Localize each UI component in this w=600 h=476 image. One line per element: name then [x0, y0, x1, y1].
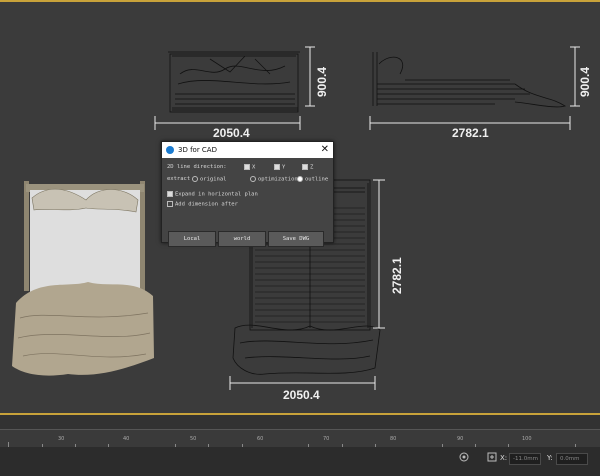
- bed-render: [12, 181, 154, 376]
- lock-selection-icon[interactable]: [458, 451, 470, 463]
- ruler-label: 60: [257, 436, 264, 442]
- front-height-dim: 900.4: [315, 66, 329, 97]
- ruler-label: 70: [323, 436, 330, 442]
- absolute-mode-icon[interactable]: [487, 452, 497, 462]
- outline-radio[interactable]: [297, 176, 303, 182]
- front-elevation-wireframe: [154, 46, 315, 130]
- extract-label: extract: [167, 176, 191, 182]
- add-dimension-checkbox[interactable]: [167, 201, 173, 207]
- local-button[interactable]: Local: [168, 231, 216, 247]
- add-dimension-label: Add dimension after: [175, 201, 238, 208]
- save-dwg-button[interactable]: Save DWG: [268, 231, 324, 247]
- side-elevation-wireframe: [369, 46, 580, 130]
- dir-z-option[interactable]: Z: [302, 164, 313, 171]
- x-coord-field[interactable]: -11.0mm: [509, 453, 541, 465]
- dialog-titlebar[interactable]: 3D for CAD ✕: [162, 142, 333, 158]
- app-logo-icon: [166, 146, 174, 154]
- plan-width-dim: 2050.4: [283, 388, 320, 402]
- expand-row[interactable]: Expand in horizontal plan: [167, 191, 258, 198]
- original-radio[interactable]: [192, 176, 198, 182]
- front-width-dim: 2050.4: [213, 126, 250, 140]
- optimization-label: optimization: [258, 176, 298, 183]
- dir-x-option[interactable]: X: [244, 164, 255, 171]
- expand-checkbox[interactable]: [167, 191, 173, 197]
- status-bar: X: -11.0mm Y: 0.0mm: [0, 447, 600, 476]
- plan-height-dim: 2782.1: [390, 257, 404, 294]
- ruler-label: 80: [390, 436, 397, 442]
- extract-row: extract: [167, 176, 190, 182]
- side-height-dim: 900.4: [578, 66, 592, 97]
- dir-y-checkbox[interactable]: [274, 164, 280, 170]
- ruler-label: 40: [123, 436, 130, 442]
- add-dimension-row[interactable]: Add dimension after: [167, 201, 238, 208]
- dir-y-label: Y: [282, 164, 286, 171]
- line-direction-row: 2D line direction:: [167, 164, 227, 170]
- dir-x-checkbox[interactable]: [244, 164, 250, 170]
- time-ruler[interactable]: 30 40 50 60 70 80 90 100: [0, 429, 600, 448]
- dir-z-checkbox[interactable]: [302, 164, 308, 170]
- optimization-radio[interactable]: [250, 176, 256, 182]
- ruler-label: 30: [58, 436, 65, 442]
- outline-label: outline: [305, 176, 329, 183]
- opt-outline[interactable]: outline: [297, 176, 328, 183]
- original-label: original: [200, 176, 227, 183]
- y-coord-label: Y:: [547, 454, 553, 462]
- expand-label: Expand in horizontal plan: [175, 191, 258, 198]
- 3d-for-cad-dialog: 3D for CAD ✕ 2D line direction: X Y Z ex…: [161, 141, 334, 247]
- world-button[interactable]: world: [218, 231, 266, 247]
- y-coord-field[interactable]: 0.0mm: [556, 453, 588, 465]
- ruler-label: 100: [522, 436, 532, 442]
- opt-optimization[interactable]: optimization: [250, 176, 298, 183]
- side-width-dim: 2782.1: [452, 126, 489, 140]
- dir-z-label: Z: [310, 164, 314, 171]
- close-icon[interactable]: ✕: [321, 144, 329, 156]
- opt-original[interactable]: original: [192, 176, 227, 183]
- ruler-label: 90: [457, 436, 464, 442]
- dialog-title: 3D for CAD: [178, 146, 217, 154]
- dir-y-option[interactable]: Y: [274, 164, 285, 171]
- ruler-label: 50: [190, 436, 197, 442]
- x-coord-label: X:: [500, 454, 508, 462]
- timeline-slider[interactable]: [0, 415, 600, 429]
- line-direction-label: 2D line direction:: [167, 164, 227, 170]
- dir-x-label: X: [252, 164, 256, 171]
